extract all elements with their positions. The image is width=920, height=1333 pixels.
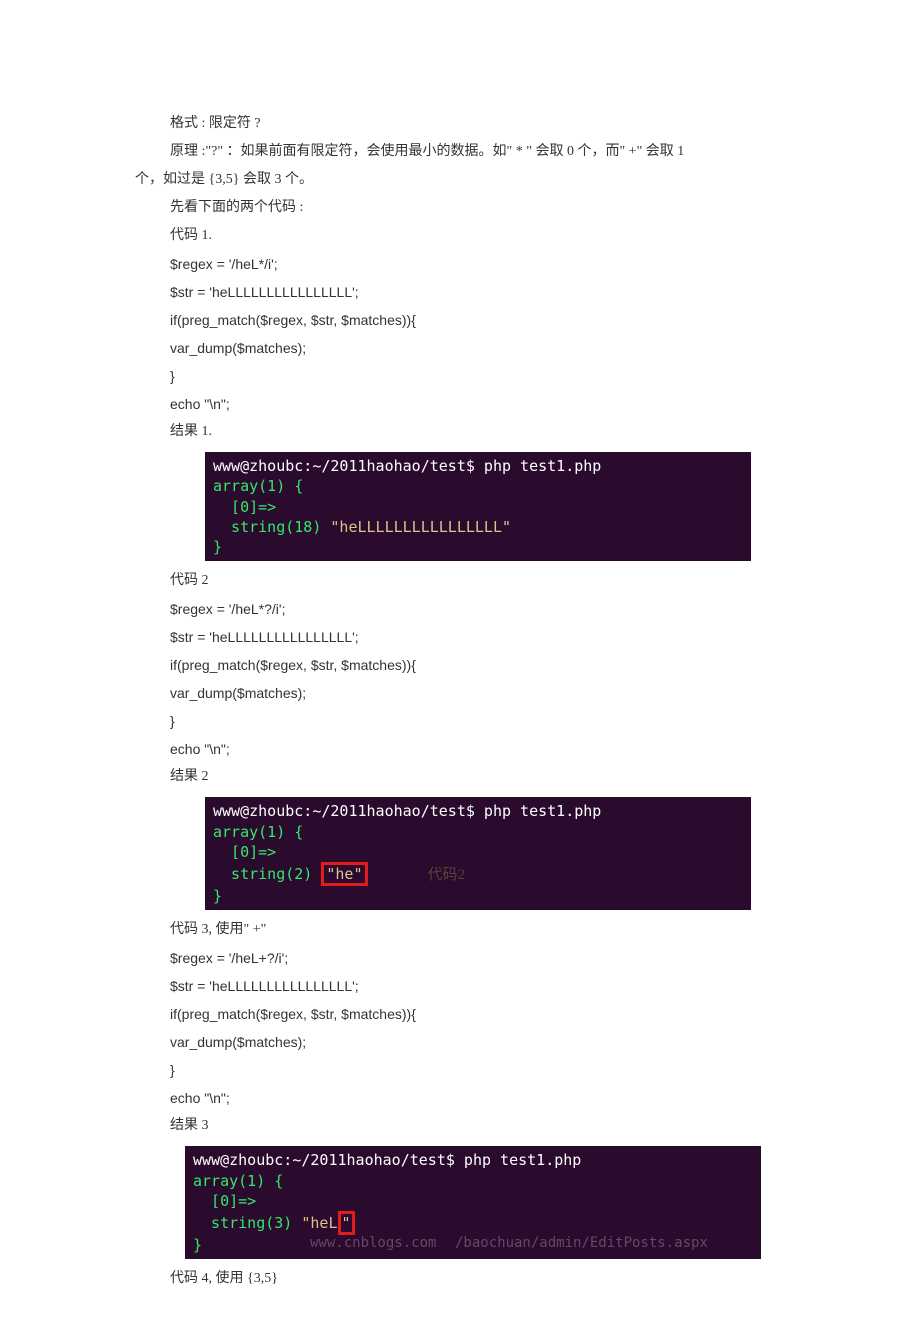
code3-l5: }: [135, 1056, 860, 1084]
principle-line-2: 个，如过是 {3,5} 会取 3 个。: [135, 166, 860, 194]
code3-l4: var_dump($matches);: [135, 1028, 860, 1056]
code2-l3: if(preg_match($regex, $str, $matches)){: [135, 651, 860, 679]
code4-label: 代码 4, 使用 {3,5}: [135, 1265, 860, 1293]
code1-l3: if(preg_match($regex, $str, $matches)){: [135, 306, 860, 334]
code3-l1: $regex = '/heL+?/i';: [135, 944, 860, 972]
code2-label: 代码 2: [135, 567, 860, 595]
result3-label: 结果 3: [135, 1112, 860, 1140]
t2-prompt: www@zhoubc:~/2011haohao/test$: [213, 802, 475, 820]
t2-brace: }: [213, 887, 222, 905]
principle-line-1: 原理 :"?" ：如果前面有限定符，会使用最小的数据。如" * " 会取 0 个…: [135, 138, 860, 166]
t1-strval: "heLLLLLLLLLLLLLLLL": [330, 518, 511, 536]
t1-array: array(1) {: [213, 477, 303, 495]
t2-array: array(1) {: [213, 823, 303, 841]
t3-key: [0]=>: [193, 1192, 256, 1210]
code3-l2: $str = 'heLLLLLLLLLLLLLLLL';: [135, 972, 860, 1000]
t1-brace: }: [213, 538, 222, 556]
code1-l5: }: [135, 362, 860, 390]
t3-redbox: ": [338, 1211, 355, 1235]
code1-l1: $regex = '/heL*/i';: [135, 250, 860, 278]
t1-cmd: php test1.php: [475, 457, 601, 475]
t1-prompt: www@zhoubc:~/2011haohao/test$: [213, 457, 475, 475]
t2-cmd: php test1.php: [475, 802, 601, 820]
code1-label: 代码 1.: [135, 222, 860, 250]
t3-strval-a: "heL: [301, 1214, 337, 1232]
t3-cmd: php test1.php: [455, 1151, 581, 1169]
t1-key: [0]=>: [213, 498, 276, 516]
code1-l4: var_dump($matches);: [135, 334, 860, 362]
format-line: 格式 : 限定符 ?: [135, 110, 860, 138]
code2-annotation: 代码2: [428, 867, 466, 883]
code1-l2: $str = 'heLLLLLLLLLLLLLLLL';: [135, 278, 860, 306]
t2-strval-boxed: "he": [321, 862, 367, 886]
t3-prompt: www@zhoubc:~/2011haohao/test$: [193, 1151, 455, 1169]
t3-strtype: string(3): [193, 1214, 301, 1232]
code1-l6: echo "\n";: [135, 390, 860, 418]
t3-brace: }: [193, 1236, 202, 1254]
terminal-output-1: www@zhoubc:~/2011haohao/test$ php test1.…: [205, 452, 751, 561]
t1-strtype: string(18): [213, 518, 330, 536]
code2-l6: echo "\n";: [135, 735, 860, 763]
t3-array: array(1) {: [193, 1172, 283, 1190]
see-below-line: 先看下面的两个代码 :: [135, 194, 860, 222]
code3-label: 代码 3, 使用" +": [135, 916, 860, 944]
terminal-output-2: www@zhoubc:~/2011haohao/test$ php test1.…: [205, 797, 751, 910]
terminal-output-3: www@zhoubc:~/2011haohao/test$ php test1.…: [185, 1146, 761, 1259]
code2-l1: $regex = '/heL*?/i';: [135, 595, 860, 623]
result2-label: 结果 2: [135, 763, 860, 791]
code3-l3: if(preg_match($regex, $str, $matches)){: [135, 1000, 860, 1028]
result1-label: 结果 1.: [135, 418, 860, 446]
code2-l2: $str = 'heLLLLLLLLLLLLLLLL';: [135, 623, 860, 651]
t2-strtype: string(2): [213, 865, 321, 883]
code3-l6: echo "\n";: [135, 1084, 860, 1112]
t2-key: [0]=>: [213, 843, 276, 861]
code2-l5: }: [135, 707, 860, 735]
code2-l4: var_dump($matches);: [135, 679, 860, 707]
document-page: 格式 : 限定符 ? 原理 :"?" ：如果前面有限定符，会使用最小的数据。如"…: [0, 0, 920, 1333]
